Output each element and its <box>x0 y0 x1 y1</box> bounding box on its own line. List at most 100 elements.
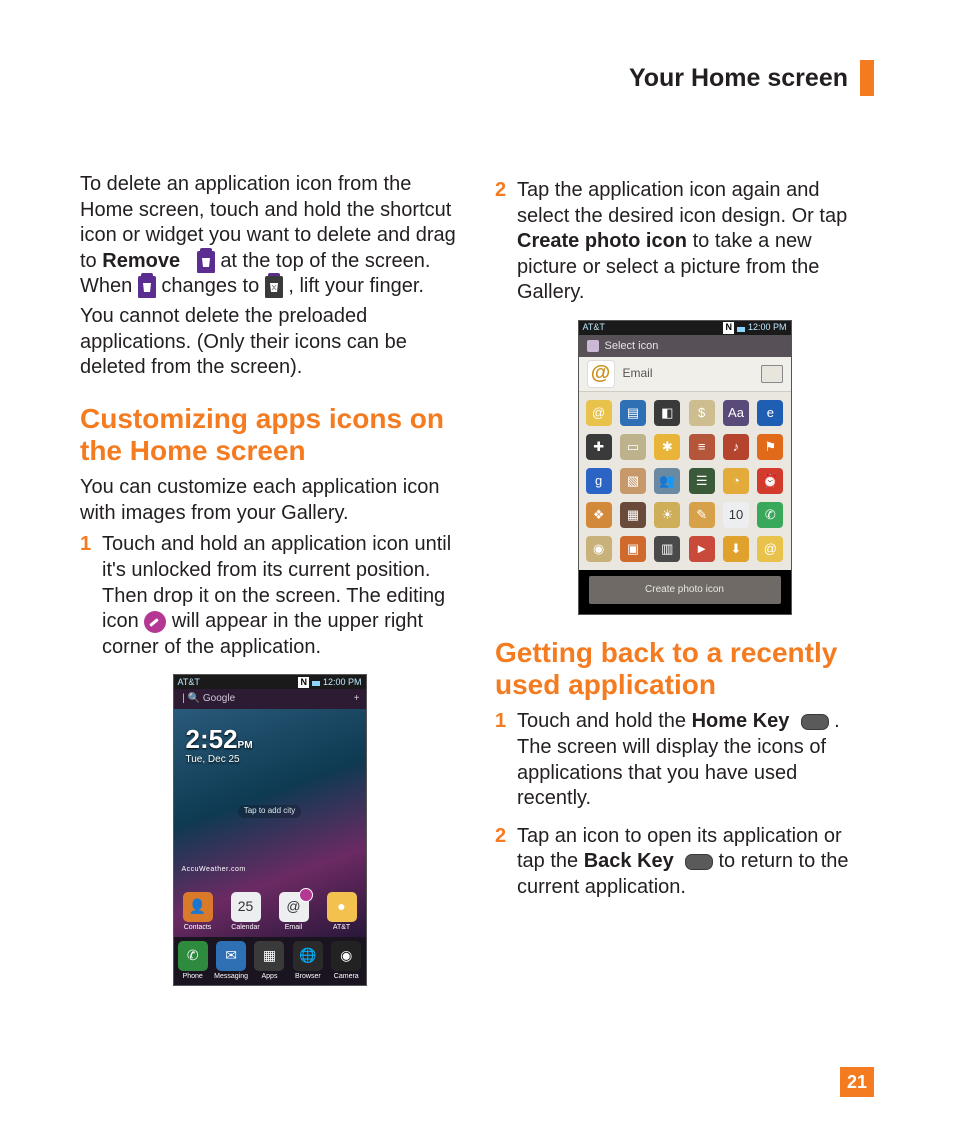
grid-icon: ◧ <box>654 400 680 426</box>
home-key-label: Home Key <box>692 710 790 732</box>
grid-icon: $ <box>689 400 715 426</box>
selected-icon-label: Email <box>623 366 753 381</box>
select-icon-title-bar: Select icon <box>579 335 791 357</box>
phone-screenshot-select-icon: AT&T N 12:00 PM Select icon @ Email <box>495 320 874 615</box>
dock: ✆Phone✉Messaging▦Apps🌐Browser◉Camera <box>174 937 366 985</box>
signal-icon <box>312 678 320 686</box>
status-bar: AT&T N 12:00 PM <box>174 675 366 689</box>
home-key-icon <box>801 714 829 730</box>
grid-icon: ⏰ <box>757 468 783 494</box>
carrier-label: AT&T <box>583 322 605 334</box>
app-icon: ✆Phone <box>176 941 210 982</box>
recent-step-2: 2 Tap an icon to open its application or… <box>495 824 874 901</box>
selected-icon-row: @ Email <box>579 357 791 392</box>
grid-icon: @ <box>757 536 783 562</box>
step-2: 2 Tap the application icon again and sel… <box>495 178 874 306</box>
remove-label: Remove <box>102 250 180 272</box>
grid-icon: ✚ <box>586 434 612 460</box>
grid-icon: ▤ <box>620 400 646 426</box>
carrier-label: AT&T <box>178 677 200 689</box>
accuweather-label: AccuWeather.com <box>182 866 246 875</box>
step-number: 2 <box>495 178 506 204</box>
grid-icon: ✎ <box>689 502 715 528</box>
recent-step-1: 1 Touch and hold the Home Key . The scre… <box>495 709 874 811</box>
section-title-customizing: Customizing apps icons on the Home scree… <box>80 403 459 467</box>
edit-badge-icon <box>299 888 313 902</box>
grid-icon: ▥ <box>654 536 680 562</box>
step2-text-a: Tap the application icon again and selec… <box>517 179 847 227</box>
trash-open-icon <box>265 276 283 298</box>
section-intro: You can customize each application icon … <box>80 475 459 526</box>
trash-icon <box>138 276 156 298</box>
intro-text-c: changes to <box>161 275 264 297</box>
clock-date: Tue, Dec 25 <box>186 754 253 767</box>
clock-widget: 2:52PM Tue, Dec 25 <box>186 723 253 766</box>
recent1-text-a: Touch and hold the <box>517 710 692 732</box>
create-photo-icon-label: Create photo icon <box>517 230 687 252</box>
grid-icon: ⬇ <box>723 536 749 562</box>
grid-icon: ◉ <box>586 536 612 562</box>
app-icon: 👤Contacts <box>181 892 215 933</box>
step-number: 2 <box>495 824 506 850</box>
right-column: 2 Tap the application icon again and sel… <box>495 172 874 990</box>
intro-note: You cannot delete the preloaded applicat… <box>80 304 459 381</box>
app-icon: @Email <box>277 892 311 933</box>
grid-icon: @ <box>586 400 612 426</box>
create-photo-icon-button: Create photo icon <box>589 576 781 604</box>
status-time: 12:00 PM <box>323 677 362 689</box>
grid-icon: Aa <box>723 400 749 426</box>
clock-time: 2:52 <box>186 724 238 754</box>
grid-icon: ≡ <box>689 434 715 460</box>
grid-icon: ☰ <box>689 468 715 494</box>
app-icon: ▦Apps <box>252 941 286 982</box>
header-title: Your Home screen <box>629 64 848 93</box>
grid-icon: ◔ <box>723 468 749 494</box>
select-icon-title: Select icon <box>605 339 659 353</box>
nfc-icon: N <box>723 322 734 334</box>
grid-icon: ► <box>689 536 715 562</box>
app-icon: ✉Messaging <box>214 941 248 982</box>
home-row: 👤Contacts 25Calendar @Email ●AT&T <box>174 892 366 933</box>
section-title-recent: Getting back to a recently used applicat… <box>495 637 874 701</box>
step-1: 1 Touch and hold an application icon unt… <box>80 532 459 660</box>
header-accent-bar <box>860 60 874 96</box>
intro-paragraph: To delete an application icon from the H… <box>80 172 459 300</box>
grid-icon: ✱ <box>654 434 680 460</box>
back-key-label: Back Key <box>584 850 674 872</box>
page-header: Your Home screen <box>629 60 874 96</box>
grid-icon: ▦ <box>620 502 646 528</box>
phone-screenshot-home: AT&T N 12:00 PM | 🔍 Google + 2:52P <box>80 674 459 986</box>
wallpaper-area: 2:52PM Tue, Dec 25 Tap to add city AccuW… <box>174 709 366 937</box>
nfc-icon: N <box>298 677 309 689</box>
page-number: 21 <box>840 1067 874 1097</box>
current-icon: @ <box>587 360 615 388</box>
step-number: 1 <box>80 532 91 558</box>
grid-icon: 👥 <box>654 468 680 494</box>
frame-icon <box>761 365 783 383</box>
app-icon: 25Calendar <box>229 892 263 933</box>
grid-icon: ✆ <box>757 502 783 528</box>
app-icon: 🌐Browser <box>291 941 325 982</box>
manual-page: Your Home screen To delete an applicatio… <box>0 0 954 1145</box>
clock-ampm: PM <box>238 740 253 751</box>
search-bar: | 🔍 Google + <box>174 689 366 709</box>
grid-icon: ☀ <box>654 502 680 528</box>
app-icon: ◉Camera <box>329 941 363 982</box>
app-icon: ●AT&T <box>325 892 359 933</box>
back-key-icon <box>685 854 713 870</box>
search-placeholder: Google <box>203 693 235 704</box>
intro-text-d: , lift your finger. <box>288 275 424 297</box>
grid-icon: ▭ <box>620 434 646 460</box>
status-bar: AT&T N 12:00 PM <box>579 321 791 335</box>
trash-icon <box>197 251 215 273</box>
pen-icon <box>587 340 599 352</box>
edit-icon <box>144 611 166 633</box>
icon-grid: @▤◧$Aae✚▭✱≡♪⚑g▧👥☰◔⏰❖▦☀✎10✆◉▣▥►⬇@ <box>579 392 791 570</box>
status-time: 12:00 PM <box>748 322 787 334</box>
grid-icon: ♪ <box>723 434 749 460</box>
signal-icon <box>737 324 745 332</box>
grid-icon: ❖ <box>586 502 612 528</box>
tap-hint: Tap to add city <box>238 805 302 817</box>
grid-icon: ▧ <box>620 468 646 494</box>
grid-icon: e <box>757 400 783 426</box>
